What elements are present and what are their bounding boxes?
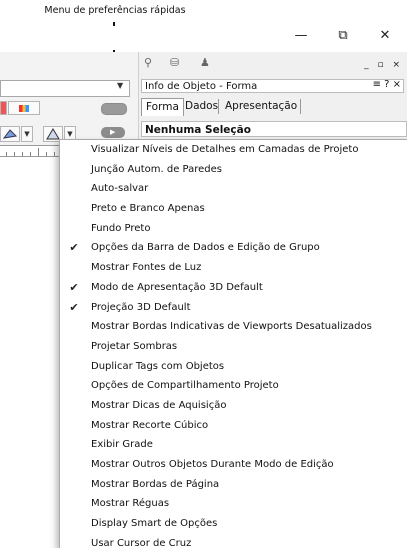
play-icon: ▶ <box>110 128 116 136</box>
render-mode-glyph <box>2 129 18 139</box>
menu-item-label: Mostrar Réguas <box>91 498 170 510</box>
menu-item[interactable]: Mostrar Réguas <box>60 494 407 514</box>
color-dropdown-icon[interactable] <box>8 101 40 115</box>
menu-item-label: Projetar Sombras <box>91 340 178 352</box>
render-mode-dropdown[interactable]: ▼ <box>21 126 33 142</box>
menu-item-label: Mostrar Bordas Indicativas de Viewports … <box>91 321 372 333</box>
menu-item-label: Usar Cursor de Cruz <box>91 537 192 548</box>
ruler-tick <box>14 152 15 156</box>
panel-title: Info de Objeto - Forma <box>141 79 404 93</box>
menu-item[interactable]: Mostrar Bordas Indicativas de Viewports … <box>60 317 407 337</box>
menu-item[interactable]: Projetar Sombras <box>60 337 407 357</box>
menu-item-label: Mostrar Recorte Cúbico <box>91 419 209 431</box>
menu-item-label: Preto e Branco Apenas <box>91 203 205 215</box>
ruler-tick <box>6 152 7 156</box>
menu-item[interactable]: Mostrar Dicas de Aquisição <box>60 396 407 416</box>
ruler-tick <box>38 148 39 156</box>
quick-preferences-menu: Visualizar Níveis de Detalhes em Camadas… <box>59 139 407 548</box>
render-mode-icon[interactable] <box>0 126 20 142</box>
panel-title-controls[interactable]: ≡ ? × <box>373 79 401 90</box>
menu-item-label: Junção Autom. de Paredes <box>91 163 223 175</box>
chevron-down-icon: ▼ <box>117 81 124 90</box>
ruler-tick <box>22 152 23 156</box>
menu-item-label: Projeção 3D Default <box>91 301 191 313</box>
menu-item[interactable]: Mostrar Bordas de Página <box>60 475 407 495</box>
menu-item-label: Opções de Compartilhamento Projeto <box>91 380 279 392</box>
menu-item-label: Mostrar Fontes de Luz <box>91 262 202 274</box>
menu-item[interactable]: Auto-salvar <box>60 179 407 199</box>
checkmark-icon: ✔ <box>69 280 79 294</box>
checkmark-icon: ✔ <box>69 241 79 255</box>
menu-item[interactable]: Preto e Branco Apenas <box>60 199 407 219</box>
menu-item[interactable]: ✔ Opções da Barra de Dados e Edição de Gr… <box>60 238 407 258</box>
menu-item[interactable]: Exibir Grade <box>60 435 407 455</box>
lock-icon[interactable]: ⛁ <box>170 56 179 69</box>
close-window-button[interactable]: ✕ <box>375 28 395 43</box>
class-dropdown[interactable] <box>0 80 130 97</box>
menu-item[interactable]: Fundo Preto <box>60 219 407 239</box>
tab-separator <box>300 99 301 114</box>
ruler-tick <box>46 152 47 156</box>
callout-label: Menu de preferências rápidas <box>44 5 186 16</box>
restore-button[interactable]: ⧉ <box>333 28 353 43</box>
menu-item[interactable]: Display Smart de Opções <box>60 514 407 534</box>
menu-item-label: Visualizar Níveis de Detalhes em Camadas… <box>91 144 359 155</box>
menu-item[interactable]: Mostrar Outros Objetos Durante Modo de E… <box>60 455 407 475</box>
ruler-tick <box>54 152 55 156</box>
menu-item[interactable]: ✔ Modo de Apresentação 3D Default <box>60 278 407 298</box>
checkmark-icon: ✔ <box>69 300 79 314</box>
menu-item-label: Mostrar Bordas de Página <box>91 478 220 490</box>
menu-item[interactable]: Mostrar Recorte Cúbico <box>60 416 407 436</box>
view-toggle-button[interactable] <box>101 103 127 115</box>
menu-item[interactable]: Junção Autom. de Paredes <box>60 160 407 180</box>
minimize-button[interactable]: — <box>291 28 311 43</box>
menu-item-label: Display Smart de Opções <box>91 518 218 530</box>
tab-forma[interactable]: Forma <box>141 98 184 116</box>
menu-item[interactable]: Usar Cursor de Cruz <box>60 534 407 548</box>
tab-dados[interactable]: Dados <box>181 98 222 115</box>
menu-item-label: Fundo Preto <box>91 222 151 234</box>
menu-item[interactable]: Opções de Compartilhamento Projeto <box>60 376 407 396</box>
menu-item[interactable]: Duplicar Tags com Objetos <box>60 357 407 377</box>
tab-apresentacao[interactable]: Apresentação <box>221 98 301 115</box>
menu-item[interactable]: Mostrar Fontes de Luz <box>60 258 407 278</box>
color-grid-icon <box>19 105 29 112</box>
menu-item-label: Auto-salvar <box>91 183 149 195</box>
menu-item-label: Mostrar Outros Objetos Durante Modo de E… <box>91 459 334 470</box>
panel-window-controls[interactable]: _ ▫ × <box>364 60 403 70</box>
magnifier-icon[interactable]: ⚲ <box>144 56 152 69</box>
ruler <box>0 145 66 157</box>
menu-item-label: Mostrar Dicas de Aquisição <box>91 399 227 411</box>
menu-item-label: Exibir Grade <box>91 439 153 451</box>
selection-status: Nenhuma Seleção <box>141 121 407 137</box>
user-lock-icon[interactable]: ♟ <box>200 56 210 69</box>
color-swatch-icon[interactable] <box>0 101 7 115</box>
menu-item-label: Modo de Apresentação 3D Default <box>91 281 263 293</box>
menu-item[interactable]: ✔ Projeção 3D Default <box>60 298 407 318</box>
ruler-tick <box>30 152 31 156</box>
menu-item[interactable]: Visualizar Níveis de Detalhes em Camadas… <box>60 140 407 160</box>
menu-item-label: Duplicar Tags com Objetos <box>91 360 225 372</box>
menu-item-label: Opções da Barra de Dados e Edição de Gru… <box>91 242 320 254</box>
